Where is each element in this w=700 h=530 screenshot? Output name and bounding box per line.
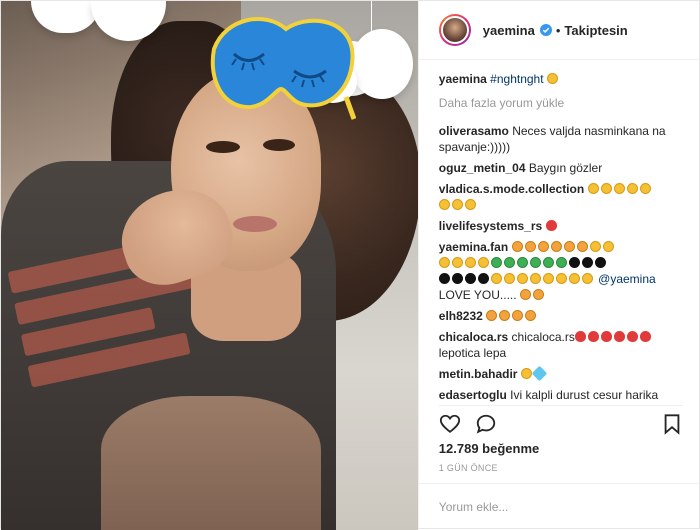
photo-lips-shape	[233, 216, 277, 232]
heart-emoji-icon	[600, 331, 612, 342]
comment-username[interactable]: chicaloca.rs	[439, 330, 508, 344]
comment-username[interactable]: vladica.s.mode.collection	[439, 182, 584, 196]
load-more-comments-link[interactable]: Daha fazla yorum yükle	[439, 95, 687, 111]
comment-item: edasertoglu Ivi kalpli durust cesur hari…	[439, 387, 687, 403]
comment-item: oguz_metin_04 Baygın gözler	[439, 160, 687, 176]
comment-username[interactable]: elh8232	[439, 309, 483, 323]
comment-username[interactable]: metin.bahadir	[439, 367, 518, 381]
comment-item: vladica.s.mode.collection	[438, 181, 687, 213]
post-photo[interactable]	[1, 1, 418, 530]
smile-emoji-icon	[532, 289, 544, 300]
add-comment-section	[418, 483, 699, 530]
heart-icon[interactable]	[439, 413, 461, 435]
moon-emoji-icon	[546, 73, 558, 84]
photo-eye-shape	[206, 141, 240, 153]
heart-emoji-icon	[639, 331, 651, 342]
cloud-sticker	[351, 29, 413, 99]
heart-eyes-emoji-icon	[545, 220, 557, 231]
verified-badge-icon	[539, 24, 552, 36]
caption-username[interactable]: yaemina	[439, 72, 487, 86]
lips-emoji-icon	[574, 331, 586, 342]
post-header: yaemina • Takiptesin	[418, 1, 699, 60]
comment-text: Baygın gözler	[528, 161, 603, 175]
comment-username[interactable]: edasertoglu	[439, 388, 507, 402]
caption: yaemina #nghtnght	[439, 71, 687, 87]
smile-emoji-icon	[519, 289, 531, 300]
caption-hashtag[interactable]: #nghtnght	[490, 72, 543, 86]
bookmark-icon[interactable]	[661, 413, 683, 435]
comment-text: Ivi kalpli durust cesur harika	[510, 388, 659, 402]
comment-username[interactable]: oguz_metin_04	[439, 161, 526, 175]
comment-text: chicaloca.rs	[511, 330, 575, 344]
comment-username[interactable]: oliverasamo	[439, 124, 509, 138]
comment-bubble-icon[interactable]	[475, 413, 497, 435]
photo-eye-shape	[263, 139, 295, 151]
comment-item: yaemina.fan @yaemina LOVE YOU.....	[438, 239, 687, 303]
kiss-emoji-icon	[512, 310, 524, 321]
thumbs-up-emoji-icon	[520, 368, 532, 379]
heart-emoji-icon	[626, 331, 638, 342]
comment-text: LOVE YOU.....	[438, 288, 517, 302]
avatar[interactable]	[438, 14, 471, 46]
comment-item: elh8232	[439, 308, 687, 324]
action-bar	[438, 405, 683, 435]
kiss-emoji-icon	[486, 310, 498, 321]
comment-item: chicaloca.rs chicaloca.rs lepotica lepa	[439, 329, 687, 361]
likes-count[interactable]: 12.789 beğenme	[439, 441, 539, 456]
instagram-post: yaemina • Takiptesin yaemina #nghtnght D…	[0, 0, 700, 530]
comment-item: metin.bahadir	[439, 365, 687, 382]
kiss-emoji-icon	[525, 310, 537, 321]
comment-username[interactable]: livelifesystems_rs	[439, 219, 542, 233]
heart-emoji-icon	[613, 331, 625, 342]
comment-text: lepotica lepa	[438, 346, 507, 360]
post-side-panel: yaemina • Takiptesin yaemina #nghtnght D…	[417, 1, 699, 530]
header-username[interactable]: yaemina	[483, 23, 535, 38]
comment-item: livelifesystems_rs	[439, 218, 687, 234]
post-timestamp[interactable]: 1 GÜN ÖNCE	[439, 463, 498, 473]
sleep-mask-sticker	[210, 16, 356, 120]
comment-input[interactable]	[438, 493, 679, 521]
following-button[interactable]: Takiptesin	[564, 23, 627, 38]
kiss-emoji-icon	[499, 310, 511, 321]
photo-arm-shape	[101, 396, 321, 530]
header-separator: •	[555, 22, 561, 38]
comments-list: yaemina #nghtnght Daha fazla yorum yükle…	[438, 71, 687, 403]
diamond-emoji-icon	[531, 365, 548, 382]
lips-emoji-icon	[587, 331, 599, 342]
mention-link[interactable]: @yaemina	[598, 272, 656, 286]
comment-username[interactable]: yaemina.fan	[439, 240, 508, 254]
comment-item: oliverasamo Neces valjda nasminkana na s…	[439, 123, 687, 155]
